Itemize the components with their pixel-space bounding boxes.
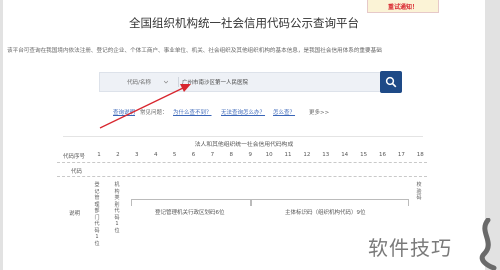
faq-link-not-found[interactable]: 为什么查不到？ <box>173 108 212 116</box>
position-number: 1 <box>97 152 101 158</box>
row-label-description: 说明 <box>69 211 81 217</box>
position-number: 9 <box>248 152 252 158</box>
group1-brace <box>131 199 251 206</box>
code-section-title: 法人和其他组织统一社会信用代码构成 <box>194 142 294 148</box>
help-links: 查询说明 常见问题： 为什么查不到？ 无法查询怎么办？ 怎么查？ 更多>> <box>113 108 413 118</box>
platform-description: 该平台可查询在我国境内依法注册、登记的企业、个体工商户、事业单位、机关、社会组织… <box>7 48 382 54</box>
row-label-positions: 代码序号 <box>63 154 86 160</box>
section-divider <box>63 136 423 137</box>
watermark-logo <box>479 218 497 270</box>
group2-brace <box>251 199 409 206</box>
position-number: 5 <box>172 152 177 158</box>
search-separator <box>178 77 179 87</box>
notice-banner[interactable]: 重试通知！ <box>367 0 439 13</box>
position-number: 15 <box>360 152 368 158</box>
position-number: 8 <box>229 152 234 158</box>
col1-description: 登记管理部门代码1位 <box>94 182 100 247</box>
faq-link-cannot-query[interactable]: 无法查询怎么办？ <box>221 108 265 116</box>
position-number: 18 <box>416 152 424 158</box>
position-number: 4 <box>153 152 158 158</box>
group1-description: 登记管理机关行政区划码6位 <box>155 210 225 216</box>
faq-label: 常见问题： <box>140 110 168 116</box>
position-number: 12 <box>303 152 311 158</box>
position-number: 14 <box>341 152 349 158</box>
col18-description: 校验码 <box>416 182 422 201</box>
search-icon <box>385 76 397 88</box>
position-number: 10 <box>265 152 273 158</box>
position-number: 11 <box>284 152 292 158</box>
row-label-code: 代码 <box>71 169 83 175</box>
position-number: 16 <box>379 152 386 158</box>
search-bar: 代码/名称 <box>99 72 393 92</box>
group2-description: 主体标识码（组织机构代码）9位 <box>285 210 366 216</box>
faq-link-how-to[interactable]: 怎么查？ <box>273 108 295 116</box>
chevron-down-icon <box>164 80 168 84</box>
page: 重试通知！ 全国组织机构统一社会信用代码公示查询平台 该平台可查询在我国境内依法… <box>3 0 485 270</box>
search-button[interactable] <box>380 71 402 93</box>
col2-description: 机构类别代码1位 <box>114 182 120 234</box>
position-number: 6 <box>191 152 196 158</box>
instructions-link[interactable]: 查询说明 <box>113 108 135 116</box>
position-number: 3 <box>135 152 139 158</box>
search-input[interactable] <box>182 75 382 89</box>
position-number: 13 <box>322 152 330 158</box>
table-divider <box>57 176 427 177</box>
search-type-label: 代码/名称 <box>127 80 151 86</box>
table-divider <box>57 162 427 163</box>
position-number: 7 <box>210 152 215 158</box>
more-link[interactable]: 更多>> <box>309 108 329 116</box>
position-number: 17 <box>397 152 405 158</box>
position-number: 2 <box>116 152 120 158</box>
watermark-text: 软件技巧 <box>368 236 452 260</box>
page-title: 全国组织机构统一社会信用代码公示查询平台 <box>129 16 359 30</box>
